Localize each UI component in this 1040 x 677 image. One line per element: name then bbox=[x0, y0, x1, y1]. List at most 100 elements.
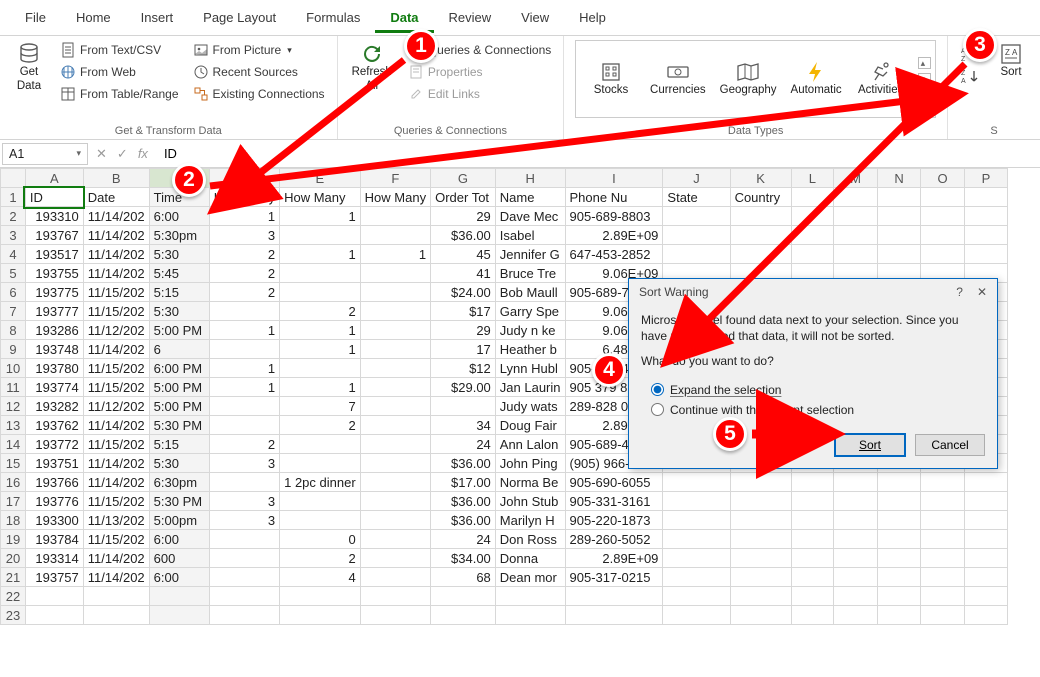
data-cell[interactable] bbox=[921, 549, 965, 568]
data-cell[interactable]: 11/15/202 bbox=[83, 530, 149, 549]
row-header[interactable]: 10 bbox=[1, 359, 26, 378]
data-cell[interactable] bbox=[921, 511, 965, 530]
data-cell[interactable] bbox=[964, 473, 1007, 492]
data-cell[interactable]: 4 bbox=[280, 568, 361, 587]
tab-insert[interactable]: Insert bbox=[126, 2, 189, 33]
data-cell[interactable] bbox=[730, 473, 791, 492]
data-cell[interactable]: Jan Laurin bbox=[495, 378, 565, 397]
data-cell[interactable] bbox=[921, 492, 965, 511]
name-box[interactable]: A1▾ bbox=[2, 143, 88, 165]
row-header[interactable]: 6 bbox=[1, 283, 26, 302]
column-header[interactable]: E bbox=[280, 169, 361, 188]
tab-view[interactable]: View bbox=[506, 2, 564, 33]
data-cell[interactable]: 193762 bbox=[25, 416, 83, 435]
data-cell[interactable] bbox=[921, 568, 965, 587]
data-cell[interactable] bbox=[280, 492, 361, 511]
select-all-cell[interactable] bbox=[1, 169, 26, 188]
data-cell[interactable]: 193300 bbox=[25, 511, 83, 530]
tab-help[interactable]: Help bbox=[564, 2, 621, 33]
column-header[interactable]: H bbox=[495, 169, 565, 188]
data-cell[interactable]: 2 bbox=[209, 245, 279, 264]
data-cell[interactable]: 193286 bbox=[25, 321, 83, 340]
data-cell[interactable] bbox=[360, 606, 430, 625]
data-cell[interactable]: 5:45 bbox=[149, 264, 209, 283]
data-cell[interactable] bbox=[280, 435, 361, 454]
data-cell[interactable] bbox=[921, 530, 965, 549]
column-header[interactable]: J bbox=[663, 169, 730, 188]
data-cell[interactable] bbox=[663, 492, 730, 511]
column-header[interactable]: I bbox=[565, 169, 663, 188]
data-cell[interactable]: 6 bbox=[149, 340, 209, 359]
data-cell[interactable] bbox=[663, 549, 730, 568]
data-cell[interactable]: 11/14/202 bbox=[83, 549, 149, 568]
data-cell[interactable] bbox=[25, 587, 83, 606]
data-cell[interactable] bbox=[834, 207, 878, 226]
row-header[interactable]: 16 bbox=[1, 473, 26, 492]
data-cell[interactable]: $29.00 bbox=[431, 378, 496, 397]
data-cell[interactable] bbox=[360, 340, 430, 359]
data-cell[interactable]: 11/14/202 bbox=[83, 226, 149, 245]
row-header[interactable]: 5 bbox=[1, 264, 26, 283]
data-cell[interactable] bbox=[834, 226, 878, 245]
row-header[interactable]: 2 bbox=[1, 207, 26, 226]
data-cell[interactable]: $12 bbox=[431, 359, 496, 378]
data-cell[interactable] bbox=[495, 606, 565, 625]
data-cell[interactable] bbox=[360, 359, 430, 378]
help-icon[interactable]: ? bbox=[956, 285, 963, 299]
tab-page-layout[interactable]: Page Layout bbox=[188, 2, 291, 33]
data-cell[interactable] bbox=[360, 321, 430, 340]
data-cell[interactable] bbox=[431, 606, 496, 625]
row-header[interactable]: 15 bbox=[1, 454, 26, 473]
cancel-formula-icon[interactable]: ✕ bbox=[96, 146, 107, 162]
data-cell[interactable] bbox=[877, 245, 920, 264]
data-cell[interactable]: 29 bbox=[431, 321, 496, 340]
data-cell[interactable]: 11/15/202 bbox=[83, 302, 149, 321]
data-cell[interactable]: 2 bbox=[280, 549, 361, 568]
data-cell[interactable] bbox=[209, 568, 279, 587]
data-cell[interactable]: 193776 bbox=[25, 492, 83, 511]
data-cell[interactable]: Bruce Tre bbox=[495, 264, 565, 283]
data-cell[interactable] bbox=[791, 549, 833, 568]
data-cell[interactable] bbox=[360, 530, 430, 549]
data-cell[interactable] bbox=[209, 606, 279, 625]
data-cell[interactable]: 41 bbox=[431, 264, 496, 283]
row-header[interactable]: 14 bbox=[1, 435, 26, 454]
data-cell[interactable]: 5:30pm bbox=[149, 226, 209, 245]
data-cell[interactable] bbox=[921, 606, 965, 625]
existing-connections-button[interactable]: Existing Connections bbox=[189, 84, 329, 104]
fx-icon[interactable]: fx bbox=[138, 146, 148, 161]
tab-formulas[interactable]: Formulas bbox=[291, 2, 375, 33]
column-header[interactable]: L bbox=[791, 169, 833, 188]
data-cell[interactable]: 193774 bbox=[25, 378, 83, 397]
data-cell[interactable]: 11/15/202 bbox=[83, 435, 149, 454]
stocks-button[interactable]: Stocks bbox=[580, 58, 642, 100]
data-cell[interactable]: 11/14/202 bbox=[83, 473, 149, 492]
data-cell[interactable] bbox=[791, 245, 833, 264]
currencies-button[interactable]: Currencies bbox=[644, 58, 712, 100]
data-cell[interactable] bbox=[877, 473, 920, 492]
column-header[interactable]: N bbox=[877, 169, 920, 188]
data-cell[interactable]: Heather b bbox=[495, 340, 565, 359]
data-cell[interactable] bbox=[964, 530, 1007, 549]
data-cell[interactable] bbox=[663, 245, 730, 264]
data-cell[interactable] bbox=[964, 226, 1007, 245]
data-cell[interactable] bbox=[877, 226, 920, 245]
data-cell[interactable]: $36.00 bbox=[431, 492, 496, 511]
data-cell[interactable] bbox=[730, 587, 791, 606]
data-cell[interactable] bbox=[360, 416, 430, 435]
data-cell[interactable] bbox=[877, 188, 920, 207]
data-cell[interactable] bbox=[209, 530, 279, 549]
radio-expand-selection[interactable]: Expand the selection bbox=[641, 380, 985, 400]
data-cell[interactable] bbox=[280, 283, 361, 302]
data-cell[interactable]: Date bbox=[83, 188, 149, 207]
data-cell[interactable]: 11/15/202 bbox=[83, 378, 149, 397]
close-icon[interactable]: ✕ bbox=[977, 285, 987, 299]
data-cell[interactable] bbox=[663, 226, 730, 245]
data-cell[interactable] bbox=[791, 606, 833, 625]
row-header[interactable]: 20 bbox=[1, 549, 26, 568]
data-cell[interactable]: How Many bbox=[280, 188, 361, 207]
data-cell[interactable] bbox=[834, 473, 878, 492]
data-cell[interactable]: 5:00 PM bbox=[149, 321, 209, 340]
data-cell[interactable] bbox=[280, 226, 361, 245]
data-types-gallery[interactable]: Stocks Currencies Geography Automatic Ac… bbox=[575, 40, 936, 118]
